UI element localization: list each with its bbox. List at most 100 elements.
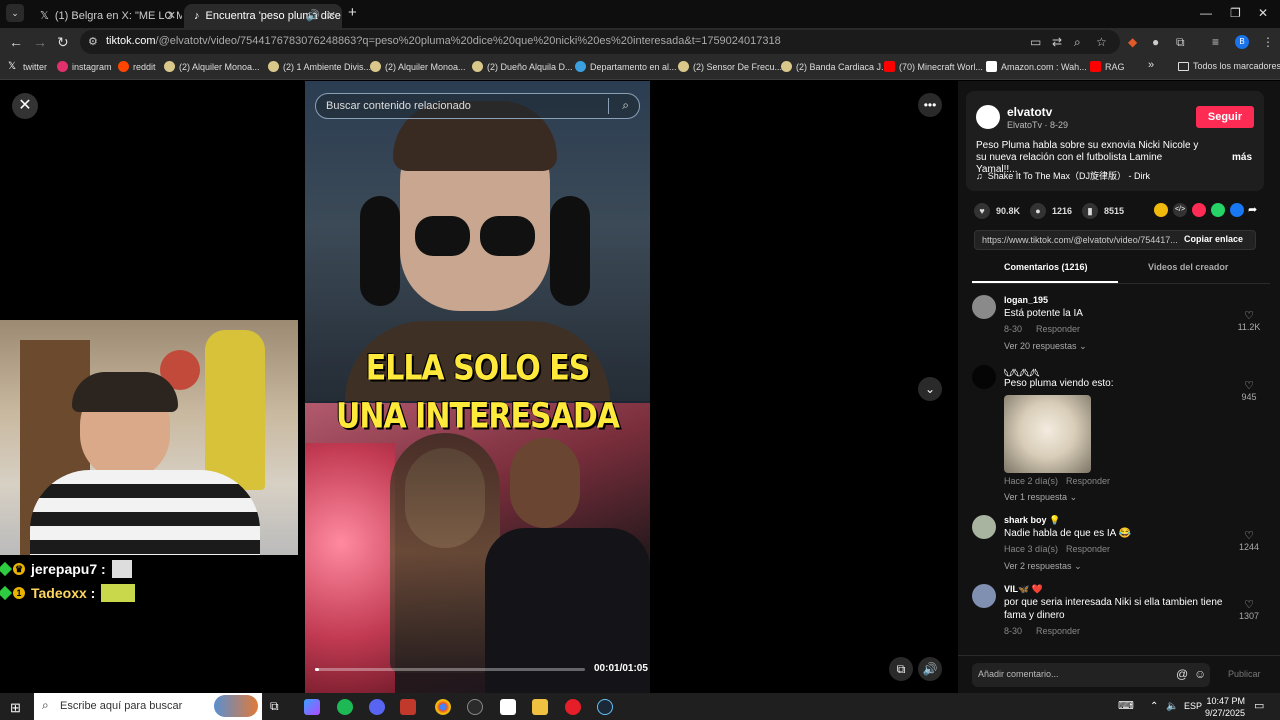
new-tab-button[interactable]: + bbox=[348, 4, 357, 21]
commenter-name[interactable]: shark boy 💡 bbox=[1004, 515, 1060, 526]
tab-search-icon[interactable]: ⌄ bbox=[6, 4, 24, 22]
view-replies-button[interactable]: Ver 1 respuesta ⌄ bbox=[1004, 492, 1077, 503]
clock-date[interactable]: 9/27/2025 bbox=[1200, 708, 1245, 718]
obs-icon[interactable] bbox=[467, 699, 483, 715]
chrome-icon[interactable] bbox=[435, 699, 451, 715]
comment-like[interactable]: ♡ 945 bbox=[1234, 379, 1264, 402]
taskbar-search-input[interactable]: ⌕ Escribe aquí para buscar bbox=[34, 693, 262, 720]
cast-icon[interactable]: ▭ bbox=[1030, 35, 1041, 49]
bookmark-item[interactable]: (2) Banda Cardiaca J... bbox=[781, 61, 889, 72]
clock-time[interactable]: 10:47 PM bbox=[1205, 696, 1245, 706]
more-options-icon[interactable]: ••• bbox=[918, 93, 942, 117]
view-replies-button[interactable]: Ver 2 respuestas ⌄ bbox=[1004, 561, 1082, 572]
bookmark-item[interactable]: Amazon.com : Wah... bbox=[986, 61, 1087, 72]
tab-comments[interactable]: Comentarios (1216) bbox=[1004, 262, 1088, 272]
copilot-icon[interactable] bbox=[304, 699, 320, 715]
save-stat[interactable]: ▮ 8515 bbox=[1082, 203, 1124, 219]
more-button[interactable]: más bbox=[1232, 152, 1252, 163]
next-video-chevron-icon[interactable]: ⌄ bbox=[918, 377, 942, 401]
back-button[interactable]: ← bbox=[9, 34, 23, 50]
comment-input[interactable]: Añadir comentario... @ ☺ bbox=[972, 663, 1210, 687]
windows-start-icon[interactable]: ⊞ bbox=[10, 700, 21, 716]
reply-button[interactable]: Responder bbox=[1066, 544, 1110, 554]
more-bookmarks-button[interactable]: » bbox=[1148, 59, 1154, 71]
commenter-avatar[interactable] bbox=[972, 584, 996, 608]
bookmark-item[interactable]: RAG bbox=[1090, 61, 1125, 72]
commenter-name[interactable]: VIL🦋 ❤️ bbox=[1004, 584, 1043, 595]
commenter-avatar[interactable] bbox=[972, 295, 996, 319]
search-icon[interactable]: ⌕ bbox=[622, 98, 629, 113]
like-stat[interactable]: ♥ 90.8K bbox=[974, 203, 1020, 219]
opera-icon[interactable] bbox=[565, 699, 581, 715]
reply-button[interactable]: Responder bbox=[1066, 476, 1110, 486]
related-search-input[interactable]: Buscar contenido relacionado ⌕ bbox=[315, 93, 640, 119]
bookmark-item[interactable]: (2) Alquiler Monoa... bbox=[164, 61, 260, 72]
restore-button[interactable]: ❐ bbox=[1230, 6, 1241, 20]
file-explorer-icon[interactable] bbox=[532, 699, 548, 715]
author-avatar[interactable] bbox=[976, 105, 1000, 129]
commenter-name[interactable]: logan_195 bbox=[1004, 295, 1048, 305]
forward-button[interactable]: → bbox=[33, 34, 47, 50]
tab-tiktok[interactable]: ♪ Encuentra 'peso pluma dice 🔊 ✕ bbox=[184, 4, 342, 28]
bookmark-item[interactable]: reddit bbox=[118, 61, 156, 72]
translate-icon[interactable]: ⇄ bbox=[1052, 35, 1062, 49]
reply-button[interactable]: Responder bbox=[1036, 626, 1080, 636]
bookmark-star-icon[interactable]: ☆ bbox=[1096, 35, 1107, 49]
bookmark-item[interactable]: (2) Sensor De Frecu... bbox=[678, 61, 782, 72]
view-replies-button[interactable]: Ver 20 respuestas ⌄ bbox=[1004, 341, 1087, 352]
tab-creator-videos[interactable]: Videos del creador bbox=[1148, 262, 1228, 272]
facebook-icon[interactable] bbox=[1230, 203, 1244, 217]
comment-like[interactable]: ♡ 11.2K bbox=[1234, 309, 1264, 332]
embed-icon[interactable]: </> bbox=[1173, 203, 1187, 217]
extension-icon[interactable]: ◆ bbox=[1128, 35, 1137, 49]
bookmark-item[interactable]: instagram bbox=[57, 61, 112, 72]
video-progress-bar[interactable] bbox=[315, 668, 585, 671]
coin-share-icon[interactable] bbox=[1154, 203, 1168, 217]
minimize-button[interactable]: — bbox=[1200, 6, 1212, 20]
zoom-icon[interactable]: ⌕ bbox=[1074, 35, 1081, 50]
comment-like[interactable]: ♡ 1244 bbox=[1234, 529, 1264, 552]
chevron-up-icon[interactable]: ⌃ bbox=[1150, 701, 1158, 712]
address-bar[interactable]: ⚙ tiktok.com/@elvatotv/video/75441767830… bbox=[80, 30, 1120, 54]
close-tab-icon[interactable]: ✕ bbox=[327, 9, 336, 22]
mention-icon[interactable]: @ bbox=[1176, 667, 1188, 681]
send-icon[interactable] bbox=[1192, 203, 1206, 217]
bookmark-item[interactable]: 𝕏twitter bbox=[8, 61, 47, 72]
comment-stat[interactable]: ● 1216 bbox=[1030, 203, 1072, 219]
commenter-avatar[interactable] bbox=[972, 515, 996, 539]
speaker-icon[interactable]: 🔈 bbox=[1166, 701, 1178, 712]
all-bookmarks-folder[interactable]: Todos los marcadores bbox=[1178, 61, 1280, 71]
picture-in-picture-icon[interactable]: ⧉ bbox=[889, 657, 913, 681]
keyboard-icon[interactable]: ⌨ bbox=[1118, 699, 1134, 712]
publish-button[interactable]: Publicar bbox=[1228, 669, 1261, 679]
capcut-icon[interactable] bbox=[500, 699, 516, 715]
extensions-puzzle-icon[interactable]: ⧉ bbox=[1176, 35, 1185, 50]
video-player[interactable]: ELLA SOLO ES UNA INTERESADA Buscar conte… bbox=[305, 81, 650, 693]
tab-twitter[interactable]: 𝕏 (1) Belgra en X: "ME LO MAND ✕ bbox=[30, 4, 182, 28]
extension-icon-2[interactable]: ● bbox=[1152, 35, 1159, 49]
commenter-avatar[interactable] bbox=[972, 365, 996, 389]
bookmark-item[interactable]: (70) Minecraft Worl... bbox=[884, 61, 983, 72]
bookmark-item[interactable]: (2) 1 Ambiente Divis... bbox=[268, 61, 371, 72]
author-name[interactable]: elvatotv bbox=[1007, 105, 1052, 119]
emoji-icon[interactable]: ☺ bbox=[1194, 667, 1206, 681]
close-tab-icon[interactable]: ✕ bbox=[167, 9, 176, 22]
profile-avatar[interactable]: B bbox=[1235, 35, 1249, 49]
bookmark-item[interactable]: (2) Alquiler Monoa... bbox=[370, 61, 466, 72]
discord-icon[interactable] bbox=[369, 699, 385, 715]
steam-icon[interactable] bbox=[597, 699, 613, 715]
comment-like[interactable]: ♡ 1307 bbox=[1234, 598, 1264, 621]
reply-button[interactable]: Responder bbox=[1036, 324, 1080, 334]
task-view-icon[interactable]: ⧉ bbox=[270, 699, 286, 715]
share-arrow-icon[interactable]: ➦ bbox=[1248, 203, 1262, 217]
speaker-icon[interactable]: 🔊 bbox=[306, 9, 320, 22]
close-viewer-button[interactable]: ✕ bbox=[12, 93, 38, 119]
volume-icon[interactable]: 🔊 bbox=[918, 657, 942, 681]
streaming-app-icon[interactable] bbox=[400, 699, 416, 715]
close-window-button[interactable]: ✕ bbox=[1258, 6, 1268, 20]
menu-dots-icon[interactable]: ⋮ bbox=[1262, 35, 1274, 49]
copy-link-button[interactable]: Copiar enlace bbox=[1184, 234, 1243, 244]
follow-button[interactable]: Seguir bbox=[1196, 106, 1254, 128]
notification-icon[interactable]: ▭ bbox=[1254, 699, 1264, 712]
reload-button[interactable]: ↻ bbox=[57, 34, 69, 51]
